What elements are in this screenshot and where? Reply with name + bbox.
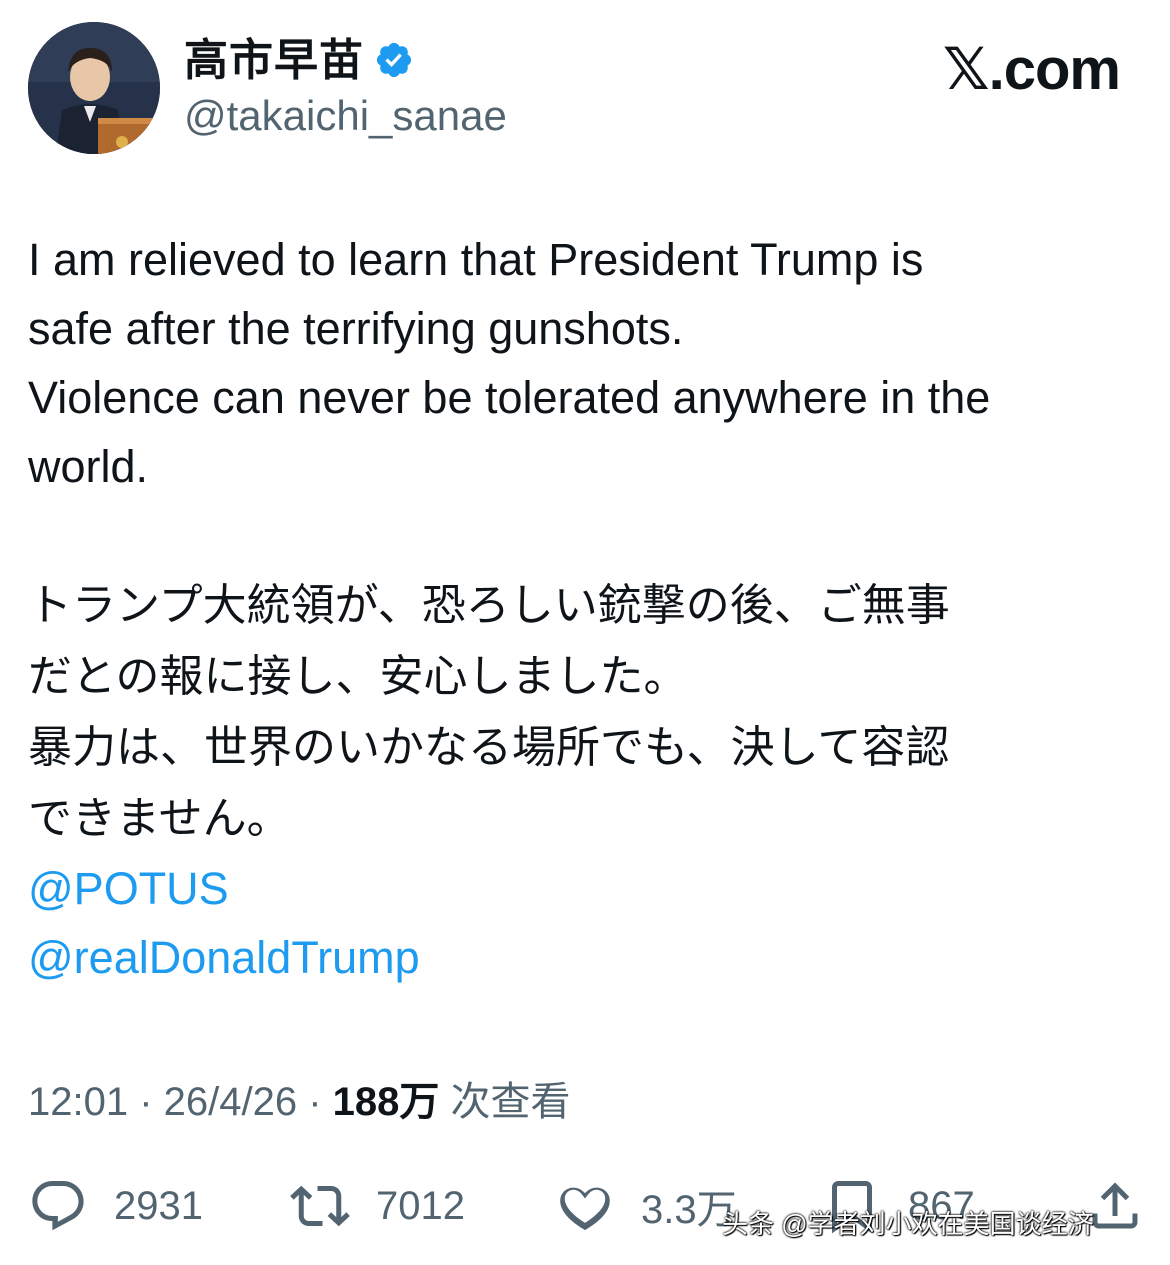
- text-line: だとの報に接し、安心しました。: [28, 652, 688, 701]
- retweet-icon: [290, 1185, 350, 1227]
- mentions: @POTUS @realDonaldTrump: [28, 854, 1143, 992]
- text-line: I am relieved to learn that President Tr…: [28, 234, 924, 285]
- reply-count: 2931: [114, 1183, 203, 1228]
- verified-badge-icon: [376, 42, 412, 78]
- display-name[interactable]: 高市早苗: [184, 36, 364, 86]
- watermark-text: 头条 @学者刘小欢在美国谈经济: [722, 1209, 1094, 1239]
- retweet-button[interactable]: 7012: [290, 1176, 465, 1236]
- text-line: Violence can never be tolerated anywhere…: [28, 372, 991, 423]
- tweet-body: I am relieved to learn that President Tr…: [28, 225, 1143, 992]
- text-line: トランプ大統領が、恐ろしい銃撃の後、ご無事: [28, 581, 950, 630]
- mention-potus-link[interactable]: @POTUS: [28, 854, 1143, 923]
- user-handle[interactable]: @takaichi_sanae: [184, 92, 507, 140]
- heart-icon: [560, 1187, 610, 1231]
- x-com-logo: 𝕏.com: [942, 37, 1121, 102]
- text-line: safe after the terrifying gunshots.: [28, 303, 684, 354]
- text-line: world.: [28, 441, 149, 492]
- tweet-header: 高市早苗 @takaichi_sanae 𝕏.com: [0, 0, 1170, 170]
- share-button[interactable]: [1085, 1176, 1145, 1236]
- text-line: 暴力は、世界のいかなる場所でも、決して容認: [28, 723, 950, 772]
- view-count: 188万: [332, 1080, 440, 1124]
- tweet-meta: 12:01 · 26/4/26 · 188万 次查看: [28, 1076, 571, 1128]
- tweet-time[interactable]: 12:01: [28, 1080, 128, 1124]
- reply-icon: [32, 1181, 84, 1231]
- reply-button[interactable]: 2931: [28, 1176, 203, 1236]
- like-button[interactable]: 3.3万: [555, 1176, 737, 1236]
- tweet-text-english: I am relieved to learn that President Tr…: [28, 225, 1143, 501]
- tweet-text-japanese: トランプ大統領が、恐ろしい銃撃の後、ご無事 だとの報に接し、安心しました。 暴力…: [28, 570, 1143, 854]
- avatar-photo: [28, 22, 160, 154]
- text-line: できません。: [28, 794, 291, 843]
- mention-realdonaldtrump-link[interactable]: @realDonaldTrump: [28, 923, 1143, 992]
- share-icon: [1092, 1182, 1138, 1229]
- tweet-date[interactable]: 26/4/26: [164, 1080, 297, 1124]
- separator: ·: [297, 1080, 333, 1124]
- view-count-label: 次查看: [439, 1080, 571, 1124]
- retweet-count: 7012: [376, 1183, 465, 1228]
- avatar[interactable]: [28, 22, 160, 154]
- separator: ·: [128, 1080, 164, 1124]
